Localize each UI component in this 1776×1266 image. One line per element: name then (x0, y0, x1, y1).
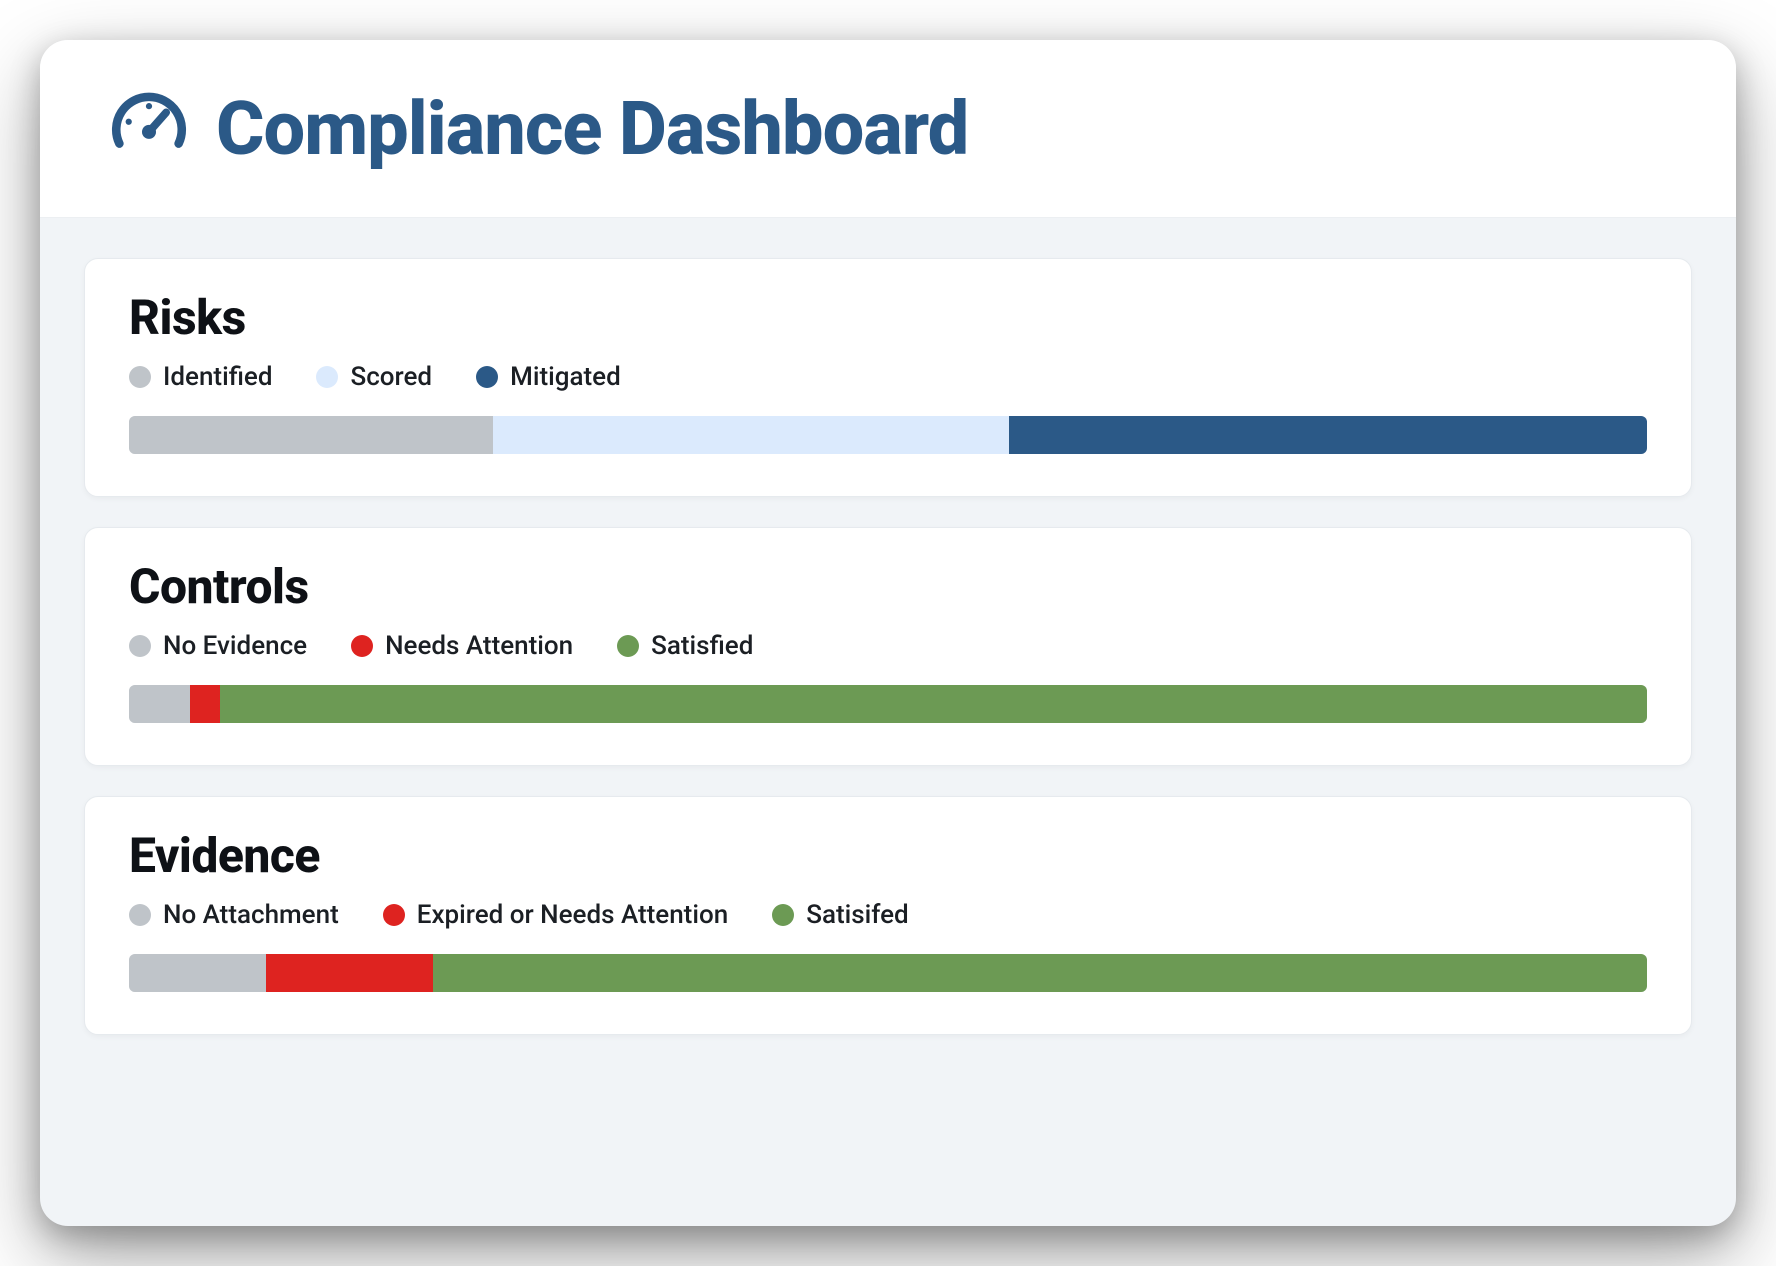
swatch-icon (617, 635, 639, 657)
progress-bar-controls (129, 685, 1647, 723)
header: Compliance Dashboard (40, 40, 1736, 218)
legend-label: Identified (163, 362, 272, 392)
swatch-icon (383, 904, 405, 926)
card-risks: Risks Identified Scored Mitigated (84, 258, 1692, 497)
bar-segment (129, 954, 266, 992)
swatch-icon (476, 366, 498, 388)
swatch-icon (316, 366, 338, 388)
legend-item: Expired or Needs Attention (383, 900, 728, 930)
legend-item: Mitigated (476, 362, 621, 392)
progress-bar-risks (129, 416, 1647, 454)
dashboard-body: Risks Identified Scored Mitigated (40, 218, 1736, 1226)
legend-item: Satisfied (617, 631, 753, 661)
bar-segment (129, 416, 493, 454)
bar-segment (1009, 416, 1647, 454)
legend-controls: No Evidence Needs Attention Satisfied (129, 631, 1647, 661)
bar-segment (220, 685, 1647, 723)
swatch-icon (351, 635, 373, 657)
card-title-controls: Controls (129, 558, 1647, 615)
bar-segment (493, 416, 1009, 454)
progress-bar-evidence (129, 954, 1647, 992)
page-title: Compliance Dashboard (216, 86, 968, 173)
legend-risks: Identified Scored Mitigated (129, 362, 1647, 392)
dashboard-window: Compliance Dashboard Risks Identified Sc… (40, 40, 1736, 1226)
legend-item: Scored (316, 362, 432, 392)
bar-segment (129, 685, 190, 723)
legend-item: Satisifed (772, 900, 909, 930)
legend-label: Expired or Needs Attention (417, 900, 728, 930)
legend-label: Satisfied (651, 631, 753, 661)
card-controls: Controls No Evidence Needs Attention Sat… (84, 527, 1692, 766)
legend-label: Needs Attention (385, 631, 573, 661)
swatch-icon (129, 366, 151, 388)
legend-label: No Evidence (163, 631, 307, 661)
bar-segment (433, 954, 1647, 992)
bar-segment (190, 685, 220, 723)
card-title-evidence: Evidence (129, 827, 1647, 884)
legend-item: Identified (129, 362, 272, 392)
swatch-icon (129, 635, 151, 657)
swatch-icon (772, 904, 794, 926)
legend-item: No Attachment (129, 900, 339, 930)
bar-segment (266, 954, 433, 992)
legend-label: No Attachment (163, 900, 339, 930)
legend-label: Scored (350, 362, 432, 392)
legend-label: Mitigated (510, 362, 621, 392)
legend-evidence: No Attachment Expired or Needs Attention… (129, 900, 1647, 930)
card-evidence: Evidence No Attachment Expired or Needs … (84, 796, 1692, 1035)
swatch-icon (129, 904, 151, 926)
legend-item: No Evidence (129, 631, 307, 661)
card-title-risks: Risks (129, 289, 1647, 346)
legend-label: Satisifed (806, 900, 909, 930)
legend-item: Needs Attention (351, 631, 573, 661)
gauge-icon (110, 89, 188, 171)
